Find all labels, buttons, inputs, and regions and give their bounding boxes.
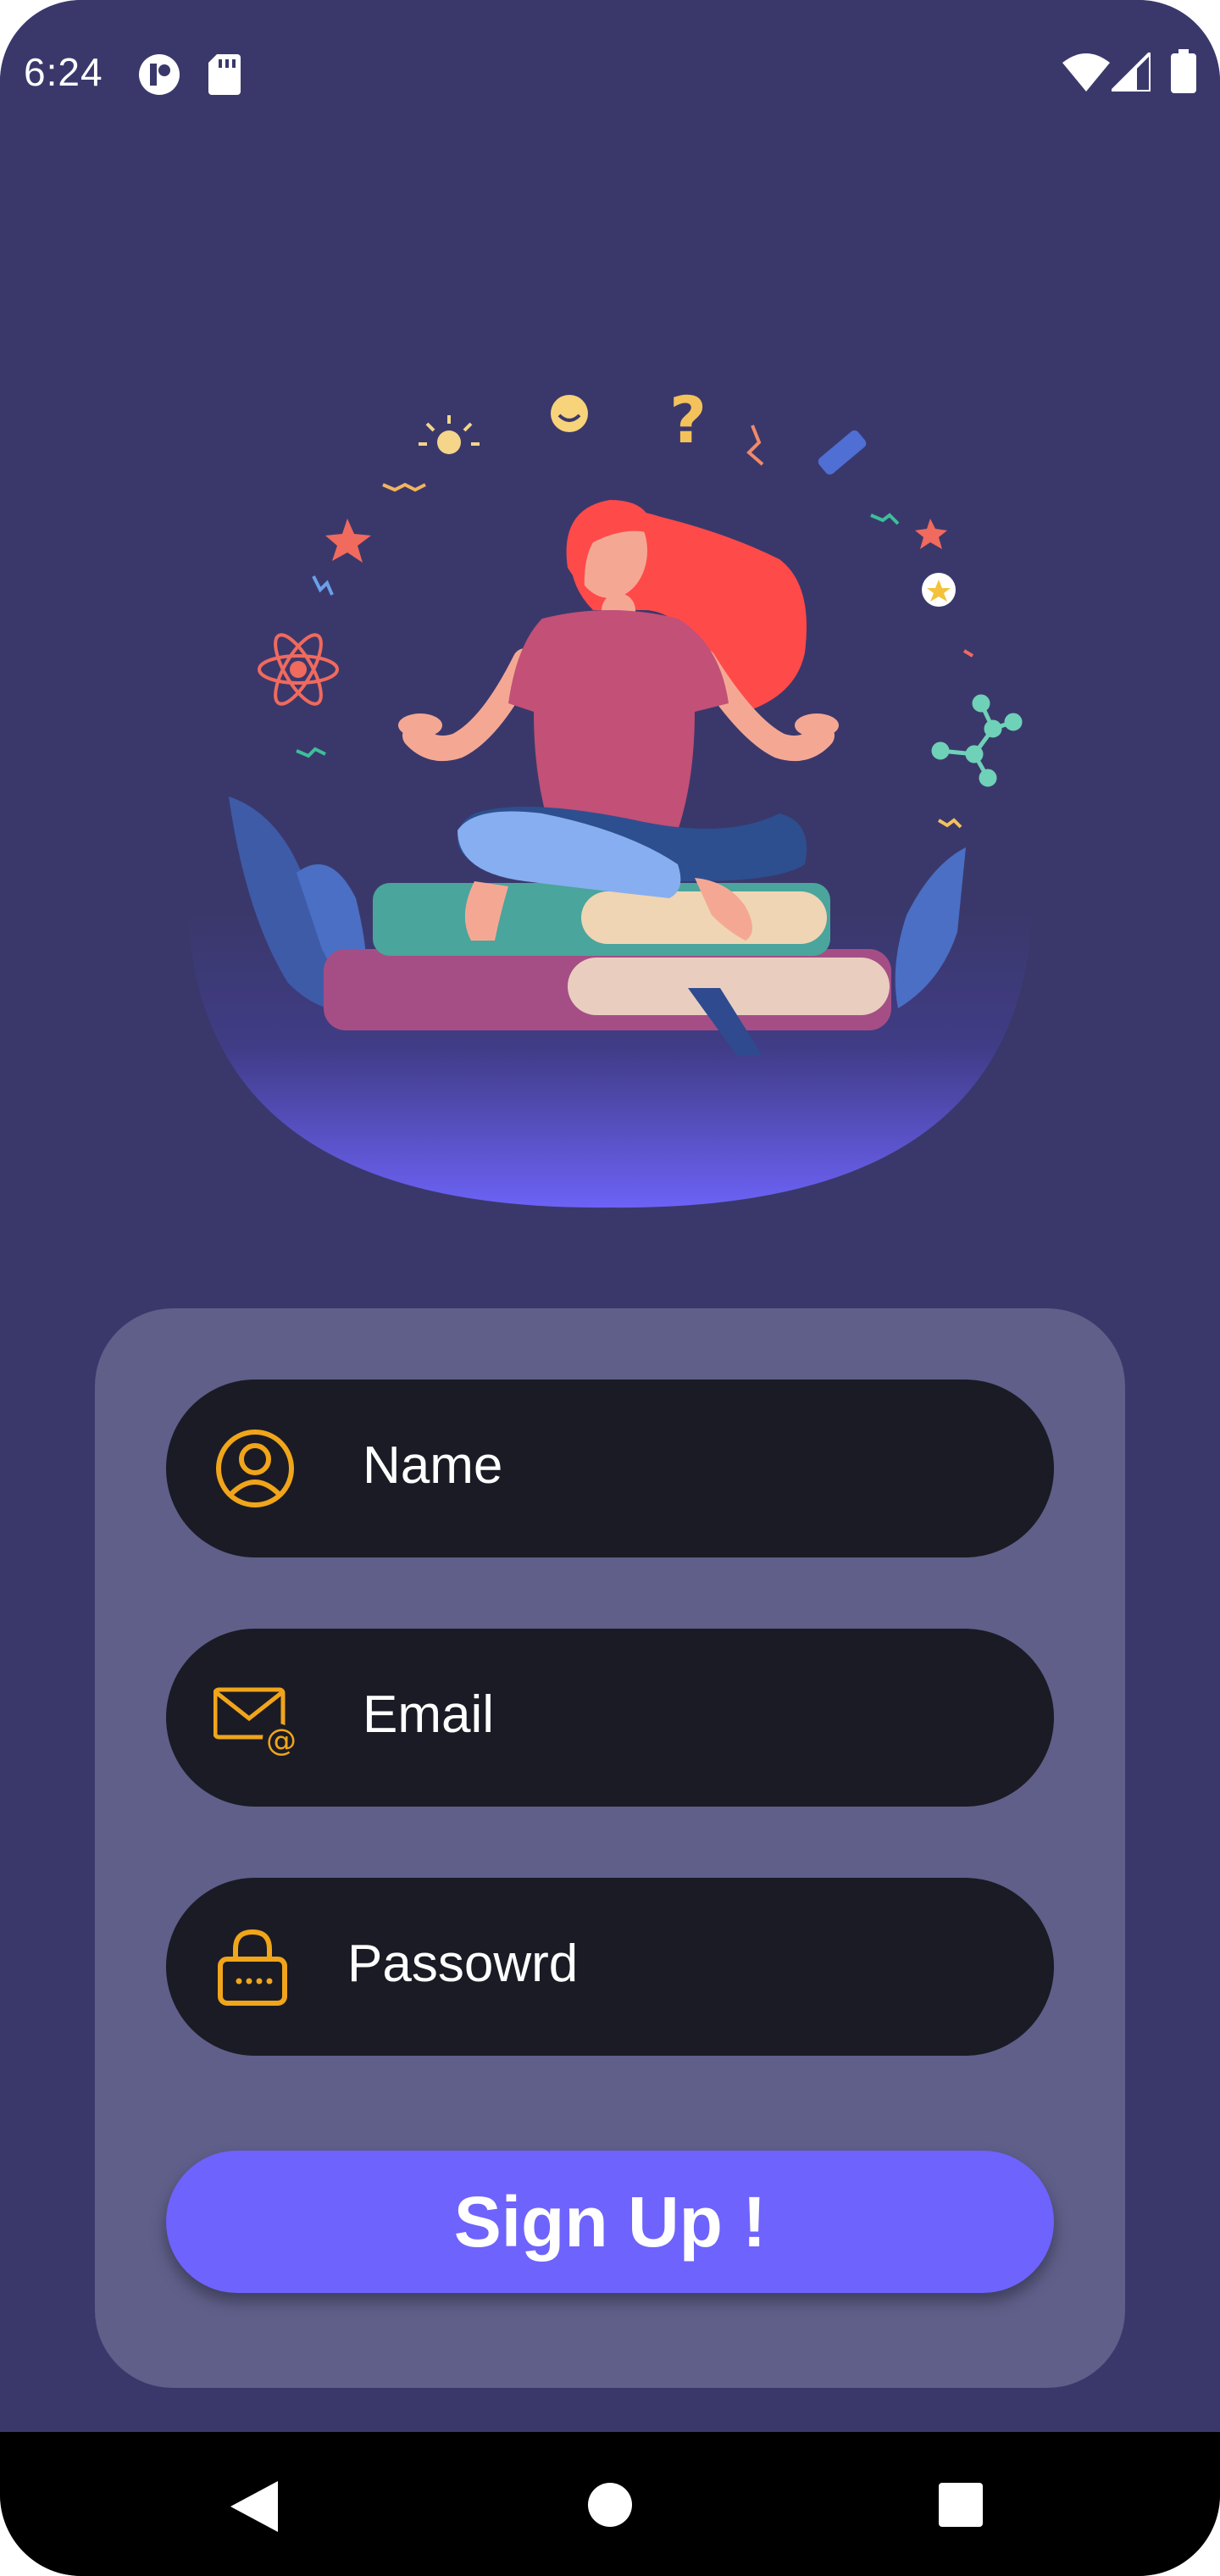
user-icon <box>216 1430 294 1507</box>
app-screen: 6:24 ? Name @ Email Passowrd Sign Up ! <box>0 0 1220 2576</box>
email-field-label: Email <box>363 1685 495 1744</box>
signup-card: Name @ Email Passowrd Sign Up ! <box>95 1308 1125 2388</box>
status-time: 6:24 <box>24 50 103 94</box>
lock-icon <box>218 1929 287 2006</box>
password-field-label: Passowrd <box>347 1935 579 1993</box>
email-icon: @ <box>214 1687 297 1758</box>
cellular-signal-icon <box>1112 53 1151 92</box>
battery-icon <box>1171 49 1196 93</box>
signup-button[interactable]: Sign Up ! <box>166 2151 1054 2293</box>
password-field[interactable]: Passowrd <box>166 1878 1054 2056</box>
navigation-bar <box>0 2432 1220 2576</box>
back-icon[interactable] <box>230 2481 278 2532</box>
app-notification-icon <box>139 54 180 95</box>
recents-icon[interactable] <box>939 2483 983 2527</box>
email-field[interactable]: @ Email <box>166 1629 1054 1807</box>
wifi-icon <box>1062 53 1110 92</box>
svg-text:@: @ <box>266 1724 297 1758</box>
sd-card-icon <box>208 54 241 95</box>
status-bar: 6:24 <box>0 0 1220 146</box>
hero-illustration: ? <box>188 382 1032 1208</box>
meditating-woman <box>398 500 839 941</box>
name-field[interactable]: Name <box>166 1380 1054 1557</box>
svg-text:?: ? <box>669 382 707 458</box>
home-icon[interactable] <box>588 2483 632 2527</box>
name-field-label: Name <box>363 1436 503 1495</box>
